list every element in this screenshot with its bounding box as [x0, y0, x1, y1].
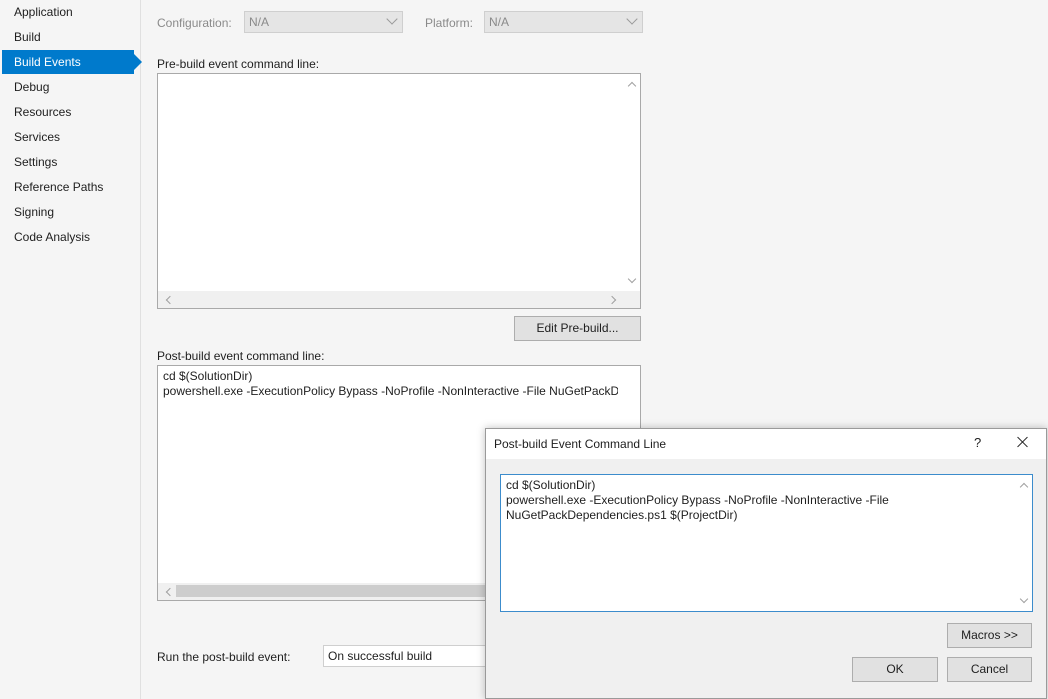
scroll-up-icon[interactable] — [1018, 479, 1030, 491]
sidebar-item-label: Signing — [14, 205, 55, 219]
sidebar-item-label: Resources — [14, 105, 72, 119]
scroll-right-icon[interactable] — [608, 294, 620, 306]
close-icon[interactable] — [1012, 433, 1034, 453]
sidebar-item-label: Settings — [14, 155, 58, 169]
sidebar-item-label: Debug — [14, 80, 50, 94]
edit-prebuild-button[interactable]: Edit Pre-build... — [514, 316, 641, 341]
chevron-down-icon — [386, 13, 398, 25]
sidebar-item-label: Reference Paths — [14, 180, 104, 194]
dialog-titlebar[interactable]: Post-build Event Command Line ? — [486, 429, 1046, 459]
sidebar-item-services[interactable]: Services — [2, 125, 134, 149]
sidebar-item-resources[interactable]: Resources — [2, 100, 134, 124]
sidebar-item-build[interactable]: Build — [2, 25, 134, 49]
sidebar-item-label: Code Analysis — [14, 230, 91, 244]
vertical-scrollbar[interactable] — [1015, 475, 1032, 611]
dialog-command-textarea[interactable]: cd $(SolutionDir) powershell.exe -Execut… — [500, 474, 1033, 612]
scroll-down-icon[interactable] — [1018, 595, 1030, 607]
sidebar-item-label: Application — [14, 5, 73, 19]
scroll-up-icon[interactable] — [626, 78, 638, 90]
postbuild-line: powershell.exe -ExecutionPolicy Bypass -… — [163, 384, 618, 398]
sidebar-item-label: Build Events — [14, 55, 81, 69]
dialog-title: Post-build Event Command Line — [494, 437, 667, 451]
postbuild-line: cd $(SolutionDir) — [163, 369, 253, 383]
scroll-left-icon[interactable] — [162, 586, 174, 598]
vertical-scrollbar[interactable] — [623, 74, 640, 291]
run-postbuild-label: Run the post-build event: — [157, 650, 291, 664]
configuration-select[interactable]: N/A — [244, 11, 403, 33]
run-postbuild-select[interactable]: On successful build — [323, 645, 503, 667]
ok-button[interactable]: OK — [852, 657, 938, 682]
sidebar-item-application[interactable]: Application — [2, 0, 134, 24]
sidebar-item-signing[interactable]: Signing — [2, 200, 134, 224]
help-icon[interactable]: ? — [974, 435, 981, 450]
postbuild-dialog: Post-build Event Command Line ? cd $(Sol… — [485, 428, 1047, 699]
scroll-thumb[interactable] — [176, 585, 506, 597]
chevron-down-icon — [626, 13, 638, 25]
sidebar-item-debug[interactable]: Debug — [2, 75, 134, 99]
run-postbuild-value: On successful build — [328, 649, 433, 663]
scroll-left-icon[interactable] — [162, 294, 174, 306]
dialog-command-line: cd $(SolutionDir) — [506, 478, 596, 492]
platform-select[interactable]: N/A — [484, 11, 643, 33]
configuration-label: Configuration: — [157, 16, 232, 30]
sidebar-item-build-events[interactable]: Build Events — [2, 50, 142, 74]
sidebar-item-settings[interactable]: Settings — [2, 150, 134, 174]
prebuild-label: Pre-build event command line: — [157, 57, 320, 71]
sidebar-item-code-analysis[interactable]: Code Analysis — [2, 225, 134, 249]
horizontal-scrollbar[interactable] — [158, 291, 640, 308]
platform-label: Platform: — [425, 16, 474, 30]
postbuild-text: cd $(SolutionDir) powershell.exe -Execut… — [163, 369, 618, 399]
dialog-command-text: cd $(SolutionDir) powershell.exe -Execut… — [506, 478, 889, 523]
scroll-down-icon[interactable] — [626, 275, 638, 287]
sidebar-nav: Application Build Build Events Debug Res… — [0, 0, 142, 699]
sidebar-item-reference-paths[interactable]: Reference Paths — [2, 175, 134, 199]
postbuild-label: Post-build event command line: — [157, 349, 325, 363]
configuration-value: N/A — [249, 15, 270, 29]
dialog-command-line: powershell.exe -ExecutionPolicy Bypass -… — [506, 493, 889, 507]
sidebar-item-label: Build — [14, 30, 41, 44]
platform-value: N/A — [489, 15, 510, 29]
macros-button[interactable]: Macros >> — [947, 623, 1032, 648]
sidebar-item-label: Services — [14, 130, 61, 144]
prebuild-textarea[interactable] — [157, 73, 641, 309]
dialog-command-line: NuGetPackDependencies.ps1 $(ProjectDir) — [506, 508, 738, 522]
cancel-button[interactable]: Cancel — [947, 657, 1032, 682]
